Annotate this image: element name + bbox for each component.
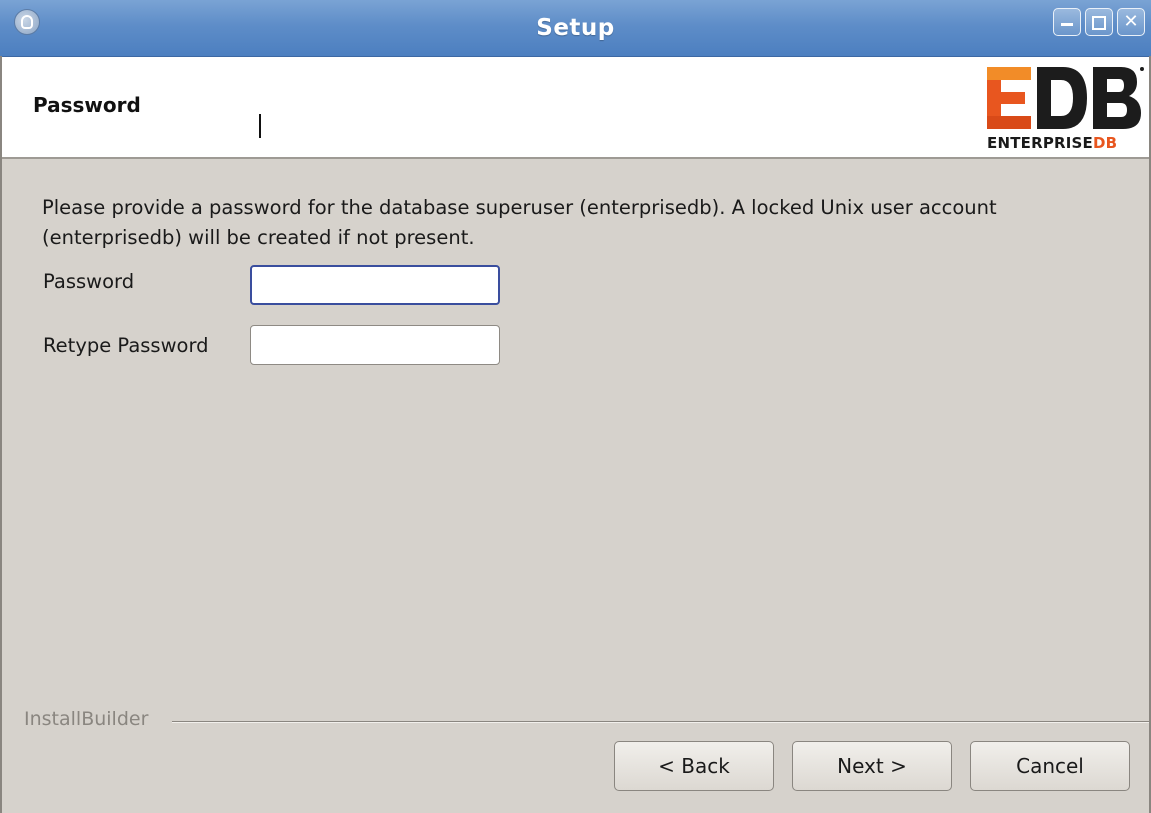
back-button[interactable]: < Back — [614, 741, 774, 791]
content-panel: Please provide a password for the databa… — [0, 159, 1151, 709]
footer-divider — [172, 721, 1151, 723]
minimize-button[interactable] — [1053, 8, 1081, 36]
retype-password-field[interactable] — [250, 325, 500, 365]
edb-logo-mark — [987, 67, 1144, 129]
maximize-icon — [1092, 16, 1106, 30]
cancel-button[interactable]: Cancel — [970, 741, 1130, 791]
description-text: Please provide a password for the databa… — [42, 196, 997, 249]
window-title: Setup — [536, 15, 615, 41]
text-caret — [259, 114, 261, 138]
window-border-left — [0, 56, 2, 813]
edb-logo: ENTERPRISEDB — [985, 65, 1145, 155]
installbuilder-label: InstallBuilder — [24, 708, 155, 730]
retype-password-label: Retype Password — [43, 334, 209, 357]
password-label: Password — [43, 270, 135, 293]
setup-window: Setup ✕ Password ENTERPRISEDB Please pro… — [0, 0, 1151, 813]
close-button[interactable]: ✕ — [1117, 8, 1145, 36]
close-icon: ✕ — [1123, 11, 1139, 32]
edb-logo-text: ENTERPRISEDB — [987, 134, 1118, 152]
next-button[interactable]: Next > — [792, 741, 952, 791]
minimize-icon — [1061, 23, 1073, 26]
password-field[interactable] — [250, 265, 500, 305]
maximize-button[interactable] — [1085, 8, 1113, 36]
page-title: Password — [33, 93, 141, 117]
page-header: Password ENTERPRISEDB — [0, 57, 1151, 159]
title-bar[interactable]: Setup ✕ — [0, 0, 1151, 57]
postgres-elephant-icon[interactable] — [14, 9, 40, 35]
